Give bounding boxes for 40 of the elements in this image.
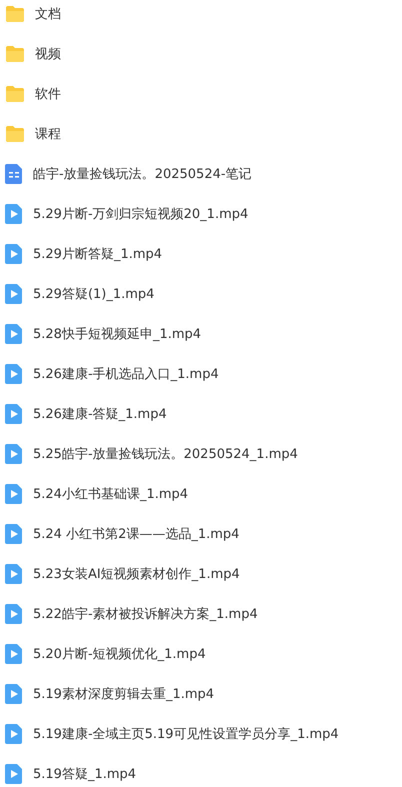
file-name[interactable]: 5.19素材深度剪辑去重_1.mp4: [33, 685, 214, 703]
video-file-icon: [5, 364, 23, 384]
folder-icon: [5, 45, 25, 63]
video-file-icon: [5, 244, 23, 264]
video-file-icon: [5, 204, 23, 224]
file-name[interactable]: 视频: [35, 45, 61, 63]
file-name[interactable]: 5.26建康-手机选品入口_1.mp4: [33, 365, 219, 383]
file-name[interactable]: 文档: [35, 5, 61, 23]
video-file-icon: [5, 284, 23, 304]
file-name[interactable]: 5.29片断答疑_1.mp4: [33, 245, 162, 263]
file-name[interactable]: 课程: [35, 125, 61, 143]
video-file-icon: [5, 604, 23, 624]
file-name[interactable]: 皓宇-放量捡钱玩法。20250524-笔记: [33, 165, 252, 183]
file-name[interactable]: 5.22皓宇-素材被投诉解决方案_1.mp4: [33, 605, 258, 623]
video-file-icon: [5, 724, 23, 744]
file-name[interactable]: 5.24小红书基础课_1.mp4: [33, 485, 188, 503]
video-file-icon: [5, 764, 23, 784]
file-name[interactable]: 5.29答疑(1)_1.mp4: [33, 285, 154, 303]
file-name[interactable]: 软件: [35, 85, 61, 103]
video-file-icon: [5, 444, 23, 464]
video-file-icon: [5, 404, 23, 424]
file-name[interactable]: 5.24 小红书第2课——选品_1.mp4: [33, 525, 240, 543]
video-file-icon: [5, 644, 23, 664]
file-name[interactable]: 5.23女装AI短视频素材创作_1.mp4: [33, 565, 240, 583]
folder-icon: [5, 125, 25, 143]
file-name[interactable]: 5.19答疑_1.mp4: [33, 765, 136, 783]
video-file-icon: [5, 524, 23, 544]
document-icon: [5, 164, 23, 184]
file-name[interactable]: 5.28快手短视频延申_1.mp4: [33, 325, 202, 343]
file-name[interactable]: 5.25皓宇-放量捡钱玩法。20250524_1.mp4: [33, 445, 298, 463]
folder-icon: [5, 85, 25, 103]
file-name[interactable]: 5.26建康-答疑_1.mp4: [33, 405, 167, 423]
video-file-icon: [5, 324, 23, 344]
folder-icon: [5, 5, 25, 23]
video-file-icon: [5, 564, 23, 584]
video-file-icon: [5, 484, 23, 504]
file-name[interactable]: 5.19建康-全域主页5.19可见性设置学员分享_1.mp4: [33, 725, 339, 743]
file-name[interactable]: 5.29片断-万剑归宗短视频20_1.mp4: [33, 205, 248, 223]
file-name[interactable]: 5.20片断-短视频优化_1.mp4: [33, 645, 206, 663]
video-file-icon: [5, 684, 23, 704]
